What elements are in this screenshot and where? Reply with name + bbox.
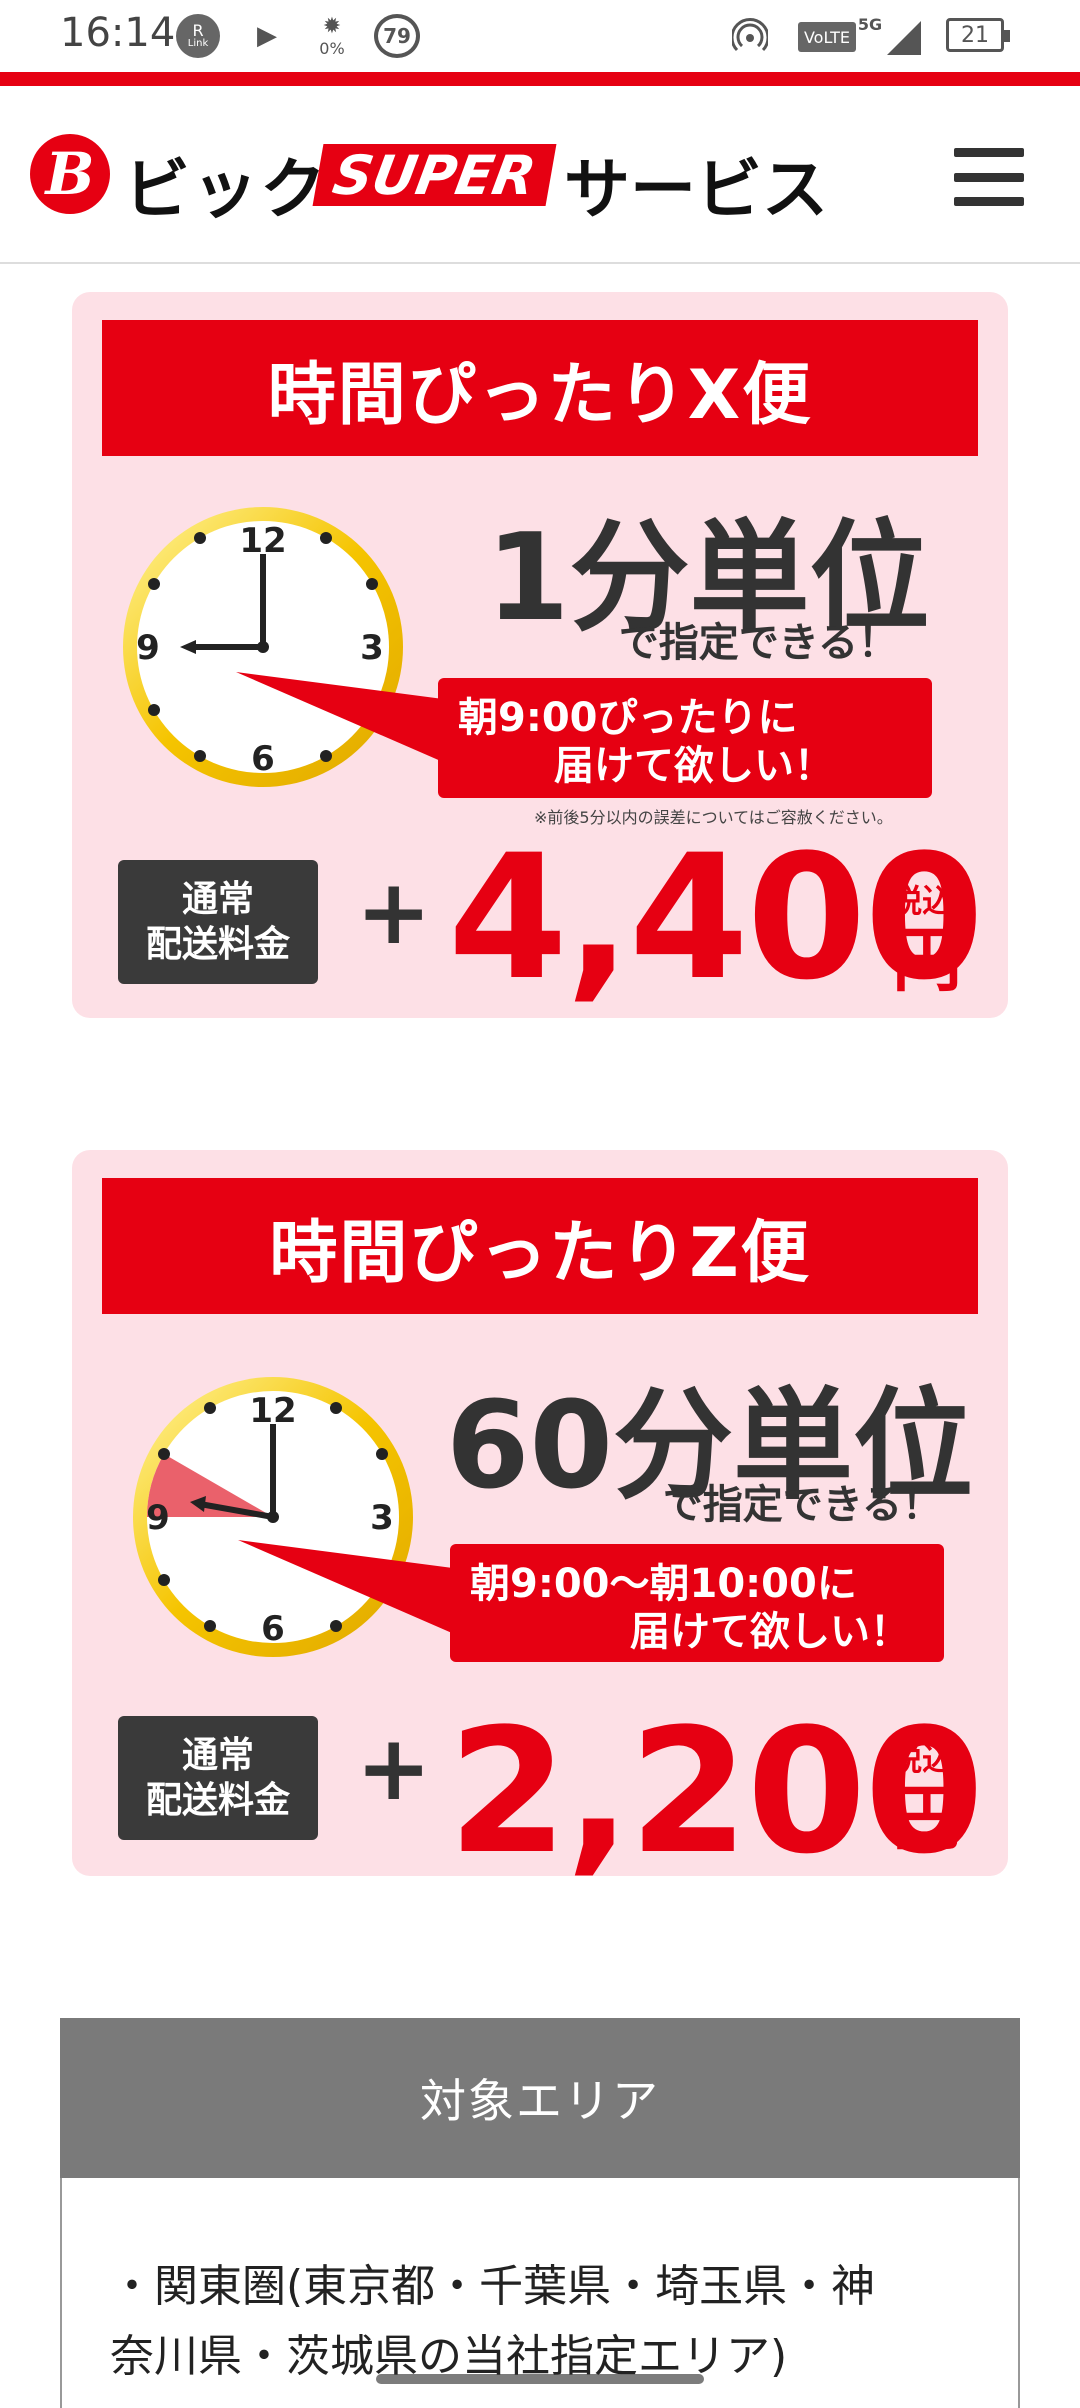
fee-label-line-1: 通常 [181,1735,254,1776]
hamburger-menu-icon[interactable] [954,148,1024,206]
brand-logo-text-service[interactable]: サービス [564,136,828,232]
play-icon: ▶ [257,21,277,51]
plus-sign: + [356,1716,432,1821]
plus-sign: + [356,860,432,965]
rlink-label: R [192,21,204,40]
card-banner-title: 時間ぴったりZ便 [102,1178,978,1314]
clock-number-9: 9 [146,1498,170,1538]
brightness-icon: ✹ 0% [319,14,345,58]
example-bubble: 朝9:00～朝10:00に 届けて欲しい！ [450,1544,944,1662]
yen-unit: 円 [892,1777,962,1859]
clock-number-9: 9 [136,628,160,668]
header-accent-line [0,72,1080,86]
bubble-line-2: 届けて欲しい！ [630,1609,910,1655]
rlink-icon: R Link [176,14,220,58]
target-area-title: 対象エリア [60,2018,1020,2178]
rlink-sub: Link [187,38,209,49]
status-time: 16:14 [60,10,176,56]
home-indicator-bar[interactable] [376,2374,704,2384]
hotspot-icon [730,14,770,58]
brightness-value: 0% [319,39,345,58]
status-bar: 16:14 R Link ▶ ✹ 0% 79 VoLTE 5G 21 [0,0,1080,72]
signal-icon [884,18,924,58]
bubble-line-1: 朝9:00～朝10:00に [470,1561,857,1607]
specify-text: で指定できる！ [618,620,898,666]
menu-bar [954,172,1024,182]
menu-bar [954,148,1024,157]
yen-unit: 円 [892,919,962,1001]
bubble-line-2: 届けて欲しい！ [554,743,834,789]
brand-logo-super[interactable]: SUPER [312,144,557,207]
network-type-icon: 5G [857,14,883,34]
volte-icon: VoLTE [798,22,856,52]
fee-label-line-1: 通常 [181,879,254,920]
notification-count-badge: 79 [374,14,420,58]
delivery-option-card-x: 時間ぴったりX便 12 3 6 9 1分単位 で指定できる！ 朝9:00ぴったり… [72,292,1008,1018]
site-header: B ビック SUPER サービス [0,86,1080,264]
brand-logo-mark[interactable]: B [30,134,110,214]
fee-label-line-2: 配送料金 [145,1780,290,1821]
target-area-line-1: ・関東圏(東京都・千葉県・埼玉県・神 [110,2261,876,2312]
battery-icon: 21 [946,18,1010,52]
delivery-option-card-z: 時間ぴったりZ便 12 3 6 9 60分単位 で指定できる！ 朝9:00～朝1… [72,1150,1008,1878]
card-banner-title: 時間ぴったりX便 [102,320,978,456]
standard-fee-label: 通常 配送料金 [118,1716,318,1840]
specify-text: で指定できる！ [662,1482,942,1528]
fee-label-line-2: 配送料金 [145,924,290,965]
example-bubble: 朝9:00ぴったりに 届けて欲しい！ [438,678,932,798]
menu-bar [954,197,1024,206]
bubble-line-1: 朝9:00ぴったりに [458,695,798,741]
speech-pointer [238,1540,468,1640]
standard-fee-label: 通常 配送料金 [118,860,318,984]
brand-logo-text[interactable]: ビック [124,136,328,232]
